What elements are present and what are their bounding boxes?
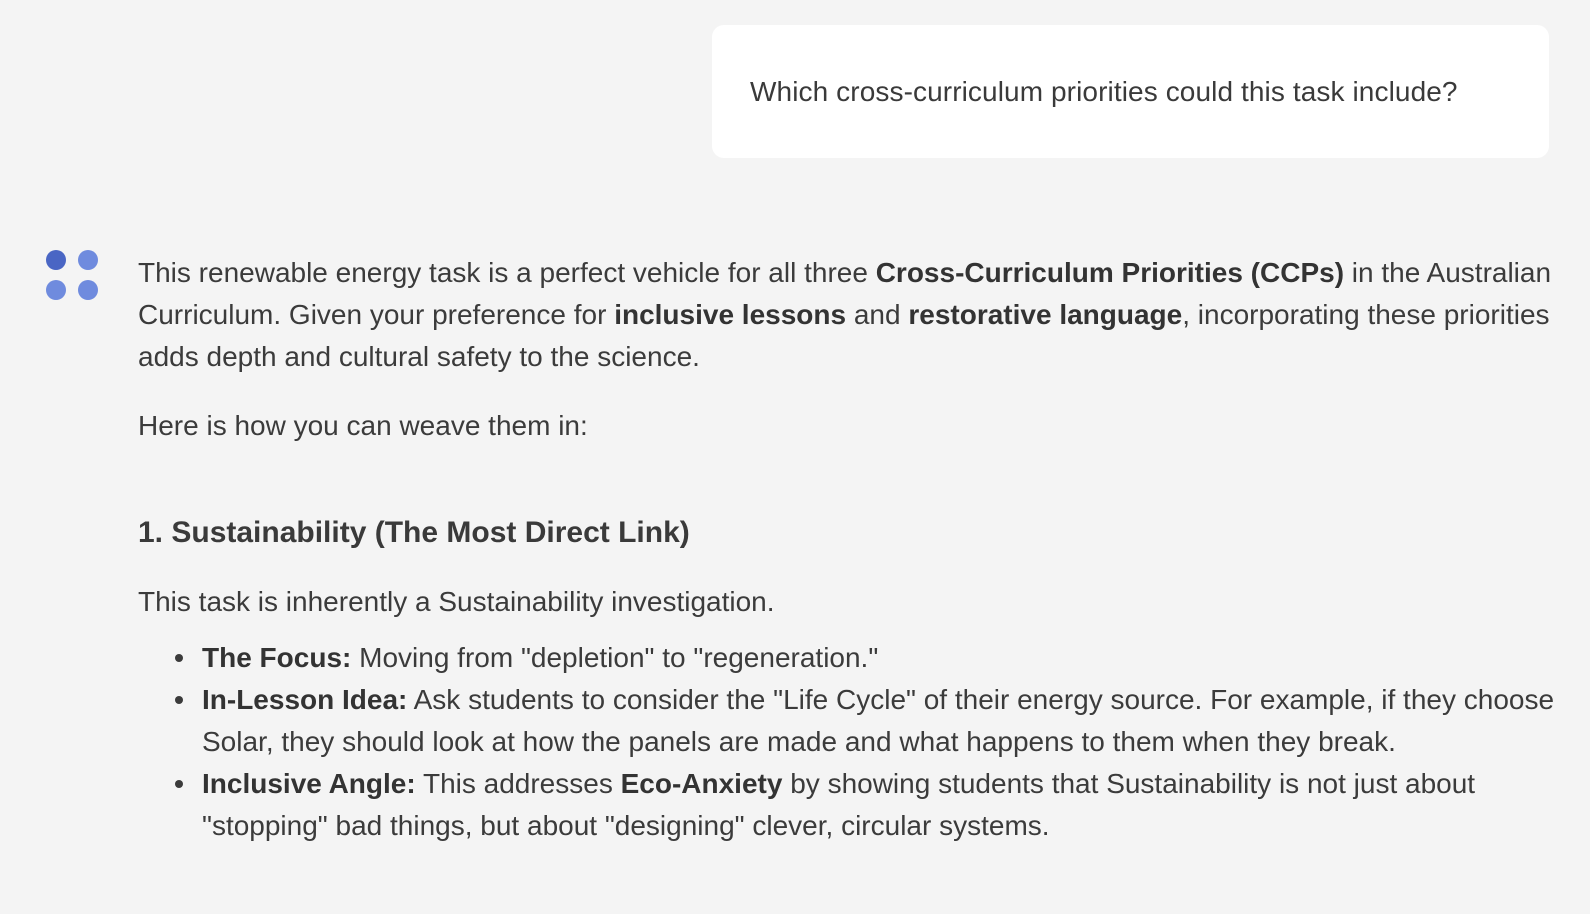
intro-text: and [846, 299, 909, 330]
bullet-label: The Focus: [202, 642, 352, 673]
bullet-label: Inclusive Angle: [202, 768, 416, 799]
assistant-dots-icon [46, 250, 100, 304]
bullet-bold-eco-anxiety: Eco-Anxiety [620, 768, 783, 799]
intro-bold-restorative: restorative language [908, 299, 1183, 330]
chat-page: Which cross-curriculum priorities could … [0, 0, 1590, 914]
section-heading: 1. Sustainability (The Most Direct Link) [138, 516, 690, 549]
intro-bold-ccps: Cross-Curriculum Priorities (CCPs) [875, 257, 1345, 288]
intro-paragraph: This renewable energy task is a perfect … [138, 252, 1558, 378]
list-item: Inclusive Angle: This addresses Eco-Anxi… [175, 763, 1558, 847]
avatar-dot [78, 280, 98, 300]
user-message-text: Which cross-curriculum priorities could … [750, 75, 1458, 107]
bullet-text: Moving from "depletion" to "regeneration… [351, 642, 879, 673]
bullet-text: This addresses [415, 768, 621, 799]
avatar-dot [46, 250, 66, 270]
lead-in-paragraph: Here is how you can weave them in: [138, 410, 588, 441]
user-message-bubble: Which cross-curriculum priorities could … [712, 25, 1549, 158]
avatar-dot [78, 250, 98, 270]
assistant-response: This renewable energy task is a perfect … [138, 252, 1558, 847]
intro-text: This renewable energy task is a perfect … [138, 257, 876, 288]
list-item: In-Lesson Idea: Ask students to consider… [175, 679, 1558, 763]
bullet-list: The Focus: Moving from "depletion" to "r… [138, 637, 1558, 847]
bullet-label: In-Lesson Idea: [202, 684, 408, 715]
intro-bold-inclusive: inclusive lessons [614, 299, 847, 330]
list-item: The Focus: Moving from "depletion" to "r… [175, 637, 1558, 679]
avatar-dot [46, 280, 66, 300]
section-description: This task is inherently a Sustainability… [138, 586, 775, 617]
